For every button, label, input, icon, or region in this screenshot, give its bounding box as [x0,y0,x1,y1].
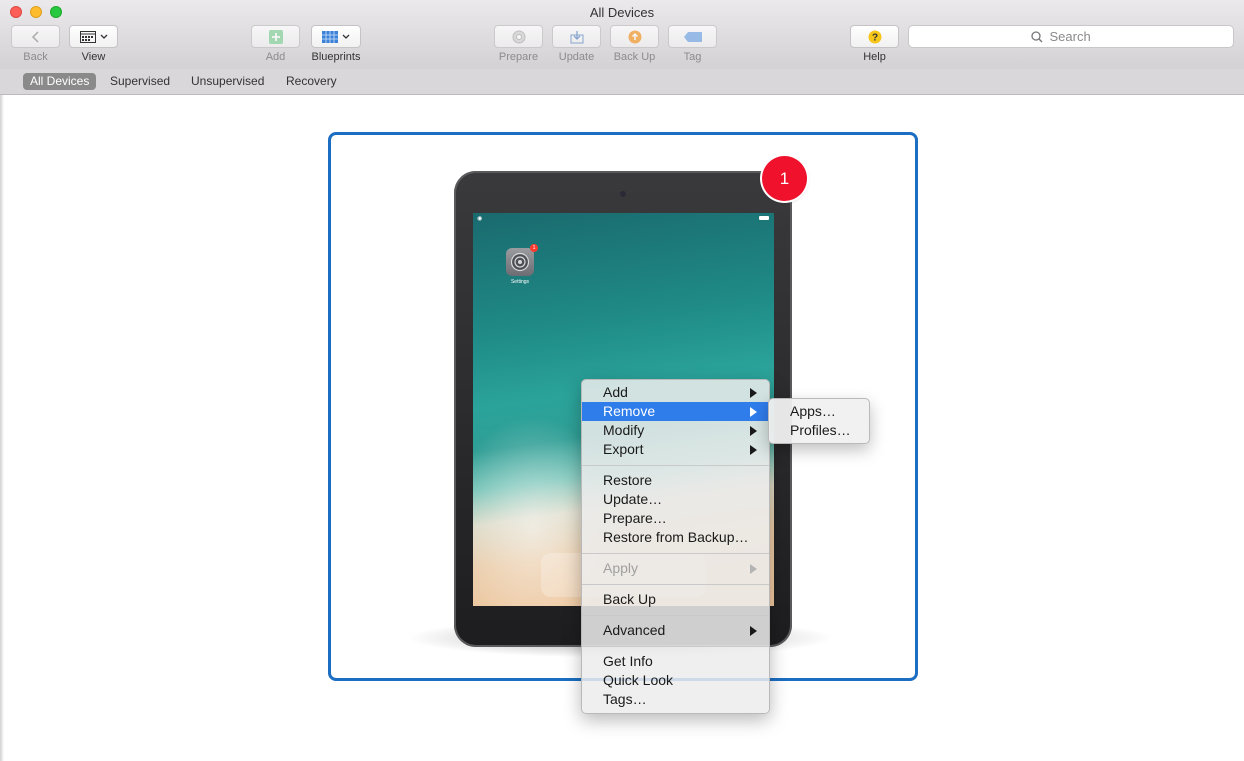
window-edge [0,95,4,761]
submenu-arrow-icon [750,564,757,574]
menu-separator [582,465,769,467]
help-icon: ? [868,30,881,43]
menu-item-restore-from-backup[interactable]: Restore from Backup… [582,528,769,547]
back-label: Back [23,51,48,63]
menu-item-label: Export [603,441,644,457]
camera-dot [620,191,626,197]
search-field[interactable] [908,25,1234,48]
gear-icon [510,252,530,272]
menu-item-get-info[interactable]: Get Info [582,652,769,671]
menu-item-label: Advanced [603,622,666,638]
blueprints-button[interactable] [311,25,361,48]
upload-arrow-icon [628,30,641,43]
update-button[interactable] [552,25,601,48]
remove-submenu: Apps… Profiles… [768,398,870,444]
menu-item-apply: Apply [582,559,769,578]
chevron-down-icon [100,34,107,39]
tag-label: Tag [683,51,702,63]
menu-item-label: Remove [603,403,656,419]
menu-item-advanced[interactable]: Advanced [582,621,769,640]
menu-item-prepare[interactable]: Prepare… [582,509,769,528]
menu-item-label: Apply [603,560,639,576]
submenu-arrow-icon [750,407,757,417]
menu-separator [582,615,769,617]
menu-item-modify[interactable]: Modify [582,421,769,440]
gear-icon [512,30,525,43]
wifi-icon: ◉ [477,216,483,222]
settings-app-label: Settings [510,279,530,285]
menu-item-back-up[interactable]: Back Up [582,590,769,609]
chevron-left-icon [31,30,39,43]
device-count-badge: 1 [762,156,807,201]
submenu-arrow-icon [750,445,757,455]
chevron-down-icon [342,34,350,39]
scope-unsupervised[interactable]: Unsupervised [184,73,271,90]
scope-all-devices[interactable]: All Devices [23,73,97,90]
blueprints-grid-icon [322,30,338,43]
menu-item-quick-look[interactable]: Quick Look [582,671,769,690]
download-tray-icon [570,30,583,43]
scope-recovery[interactable]: Recovery [279,73,344,90]
search-icon [1030,30,1042,42]
backup-label: Back Up [613,51,656,63]
update-label: Update [558,51,595,63]
submenu-arrow-icon [750,388,757,398]
menu-separator [582,584,769,586]
svg-text:?: ? [871,32,877,43]
menu-item-add[interactable]: Add [582,383,769,402]
menu-separator [582,553,769,555]
prepare-button[interactable] [494,25,543,48]
menu-item-tags[interactable]: Tags… [582,690,769,709]
toolbar: All Devices Back View Add Blueprints Pre… [0,0,1244,70]
view-button[interactable] [69,25,118,48]
menu-item-export[interactable]: Export [582,440,769,459]
help-button[interactable]: ? [850,25,899,48]
submenu-arrow-icon [750,626,757,636]
tag-button[interactable] [668,25,717,48]
tag-icon [683,31,702,42]
menu-item-label: Modify [603,422,645,438]
submenu-arrow-icon [750,426,757,436]
help-label: Help [863,51,886,63]
scope-bar: All Devices Supervised Unsupervised Reco… [0,69,1244,95]
search-input[interactable] [1047,28,1112,45]
menu-item-restore[interactable]: Restore [582,471,769,490]
settings-app-badge: 1 [530,244,538,252]
add-button[interactable] [251,25,300,48]
menu-item-remove[interactable]: Remove [582,402,769,421]
calendar-view-icon [79,30,96,43]
submenu-item-apps[interactable]: Apps… [769,402,869,421]
battery-icon [759,216,769,220]
settings-app-icon [506,248,534,276]
view-label: View [81,51,106,63]
menu-item-label: Add [603,384,628,400]
prepare-label: Prepare [498,51,539,63]
window-title: All Devices [589,5,655,20]
back-button[interactable] [11,25,60,48]
backup-button[interactable] [610,25,659,48]
scope-supervised[interactable]: Supervised [103,73,177,90]
app-window: All Devices Back View Add Blueprints Pre… [0,0,1244,761]
menu-item-update[interactable]: Update… [582,490,769,509]
blueprints-label: Blueprints [311,51,361,63]
add-label: Add [265,51,286,63]
submenu-item-profiles[interactable]: Profiles… [769,421,869,440]
context-menu: Add Remove Modify Export Restore Update…… [581,379,770,714]
menu-separator [582,646,769,648]
plus-icon [268,29,283,44]
